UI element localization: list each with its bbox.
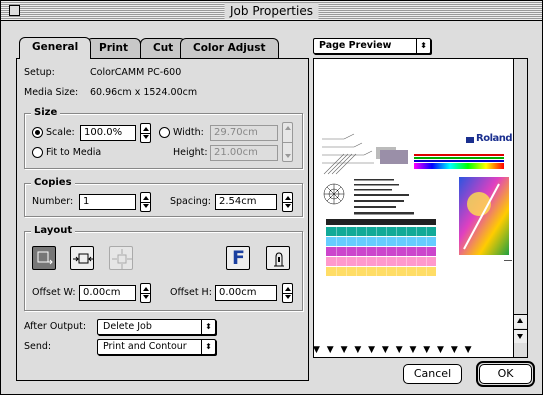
origin-corner-icon [37, 251, 53, 265]
copies-group-title: Copies [31, 177, 75, 188]
setup-label: Setup: [24, 67, 55, 78]
preview-artwork [322, 133, 512, 277]
close-box[interactable] [9, 5, 20, 16]
spacing-input[interactable]: 2.54cm [215, 194, 277, 210]
layout-center-both-button[interactable] [109, 246, 133, 270]
number-label: Number: [32, 196, 74, 207]
center-horizontal-icon [73, 253, 93, 264]
rotate-button[interactable] [266, 246, 290, 270]
ok-button[interactable]: OK [479, 364, 532, 384]
width-height-stepper[interactable] [282, 122, 293, 162]
offset-h-label: Offset H: [170, 287, 212, 298]
center-both-icon [112, 249, 132, 269]
preview-scrollbar[interactable] [513, 59, 527, 357]
width-radio[interactable] [159, 127, 170, 138]
preview-mode-popup[interactable]: Page Preview ⬍ [313, 38, 431, 54]
offset-w-stepper[interactable] [140, 283, 151, 303]
layout-center-horizontal-button[interactable] [70, 246, 94, 270]
general-panel: Setup: ColorCAMM PC-600 Media Size: 60.9… [16, 58, 309, 381]
cancel-button[interactable]: Cancel [403, 364, 462, 384]
feed-marker-row: ▼ ▼ ▼ ▼ ▼ ▼ ▼ ▼ ▼ ▼ ▼ ▼ [313, 345, 474, 355]
window-title: Job Properties [224, 3, 319, 19]
layout-group: Layout F Offset W: 0.00cm Offset H: 0.00… [24, 225, 303, 311]
updown-arrows-icon: ⬍ [416, 39, 430, 53]
width-input[interactable]: 29.70cm [210, 125, 278, 141]
copies-group: Copies Number: 1 Spacing: 2.54cm [24, 177, 303, 217]
scale-input[interactable]: 100.0% [80, 125, 136, 141]
send-popup[interactable]: Print and Contour ⬍ [97, 339, 216, 355]
title-bar[interactable]: Job Properties [1, 1, 542, 21]
roland-logo: Roland [476, 133, 513, 144]
size-group-title: Size [31, 107, 61, 118]
layout-group-title: Layout [31, 225, 76, 236]
media-size-value: 60.96cm x 1524.00cm [90, 87, 198, 98]
offset-w-label: Offset W: [32, 287, 76, 298]
media-size-label: Media Size: [24, 87, 79, 98]
offset-h-input[interactable]: 0.00cm [215, 285, 277, 301]
fit-to-media-label: Fit to Media [46, 147, 102, 158]
scale-stepper[interactable] [140, 123, 151, 143]
layout-origin-bottom-right-button[interactable] [32, 246, 56, 270]
tab-print[interactable]: Print [86, 38, 141, 58]
scale-radio[interactable] [32, 127, 43, 138]
height-label: Height: [173, 147, 208, 158]
spacing-stepper[interactable] [282, 192, 293, 212]
preview-mode-value: Page Preview [319, 40, 392, 51]
after-output-popup[interactable]: Delete Job ⬍ [97, 319, 216, 335]
spacing-label: Spacing: [170, 196, 211, 207]
rotate-icon [274, 252, 284, 267]
updown-arrows-icon: ⬍ [201, 340, 215, 354]
after-output-value: Delete Job [103, 321, 152, 332]
setup-value: ColorCAMM PC-600 [90, 67, 182, 78]
send-label: Send: [24, 341, 52, 352]
height-input[interactable]: 21.00cm [210, 145, 278, 161]
offset-h-stepper[interactable] [282, 283, 293, 303]
scale-label: Scale: [46, 127, 75, 138]
scroll-down-arrow-icon[interactable] [514, 329, 527, 343]
size-group: Size Scale: 100.0% Width: 29.70cm Fit to… [24, 107, 303, 169]
page-preview-area: Roland [313, 58, 528, 358]
f-glyph: F [232, 247, 245, 269]
job-properties-window: Job Properties General Print Cut Color A… [0, 0, 543, 395]
width-label: Width: [173, 127, 204, 138]
number-stepper[interactable] [140, 192, 151, 212]
scroll-up-arrow-icon[interactable] [514, 314, 527, 328]
send-value: Print and Contour [103, 341, 187, 352]
number-input[interactable]: 1 [79, 194, 136, 210]
fit-to-media-radio[interactable] [32, 147, 43, 158]
offset-w-input[interactable]: 0.00cm [79, 285, 136, 301]
tab-color-adjust[interactable]: Color Adjust [180, 38, 279, 58]
tab-general[interactable]: General [19, 37, 92, 59]
mirror-f-button[interactable]: F [226, 246, 250, 270]
after-output-label: After Output: [24, 321, 87, 332]
updown-arrows-icon: ⬍ [201, 320, 215, 334]
